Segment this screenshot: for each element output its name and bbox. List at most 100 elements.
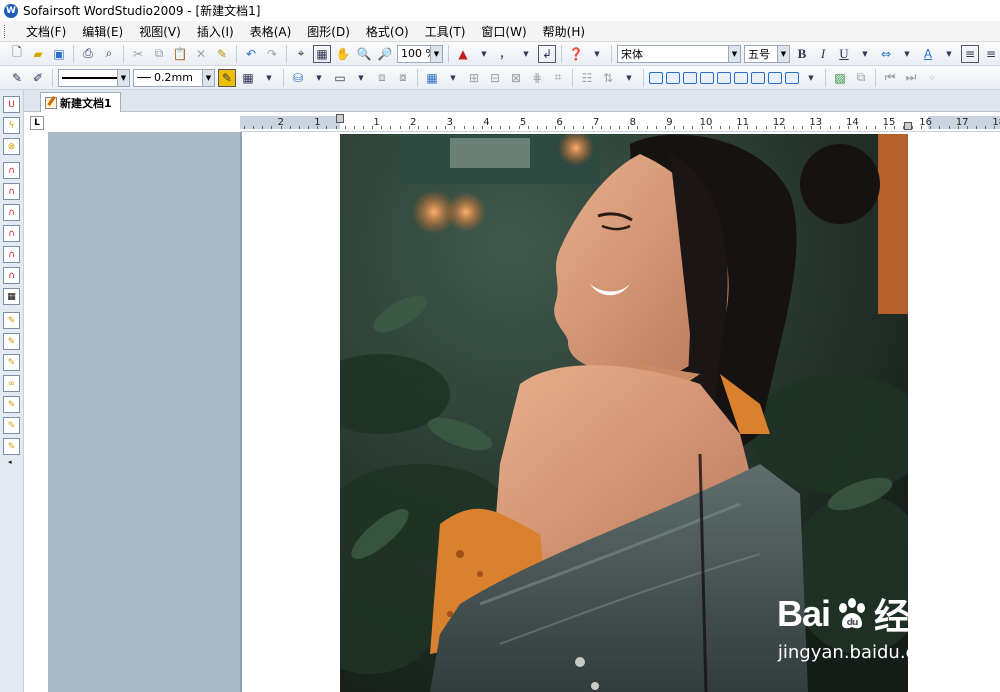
shape-tool-7-icon[interactable]	[751, 71, 765, 84]
underline-button[interactable]: U	[835, 45, 853, 63]
chevron-down-icon[interactable]: ▼	[430, 45, 442, 62]
bring-front-icon[interactable]: ⧈	[373, 69, 391, 87]
hand-tool-icon[interactable]: ✋	[334, 45, 352, 63]
menu-graphics[interactable]: 图形(D)	[299, 23, 358, 40]
snap-tool-5-icon[interactable]: ∩	[3, 246, 20, 263]
dropdown-arrow-icon[interactable]: ▼	[588, 45, 606, 63]
delete-icon[interactable]: ✕	[192, 45, 210, 63]
zoom-combo[interactable]: 100 % ▼	[397, 44, 443, 63]
shadow-icon[interactable]: ▭	[331, 69, 349, 87]
menu-file[interactable]: 文档(F)	[18, 23, 74, 40]
save-icon[interactable]: ▣	[50, 45, 68, 63]
insert-row-icon[interactable]: ⊟	[486, 69, 504, 87]
insert-table-icon[interactable]: ▦	[423, 69, 441, 87]
menu-edit[interactable]: 编辑(E)	[74, 23, 131, 40]
find-icon[interactable]: ⌖	[292, 45, 310, 63]
snap-tool-3-icon[interactable]: ∩	[3, 204, 20, 221]
tab-document-1[interactable]: 新建文档1	[40, 92, 121, 112]
draw-tool-6-icon[interactable]: ✎	[3, 417, 20, 434]
font-name-combo[interactable]: 宋体 ▼	[617, 44, 741, 63]
draw-tool-7-icon[interactable]: ✎	[3, 438, 20, 455]
split-cells-icon[interactable]: ⌗	[549, 69, 567, 87]
snap-tool-2-icon[interactable]: ∩	[3, 183, 20, 200]
line-style-combo[interactable]: ▼	[58, 68, 130, 87]
ruler-tab-selector[interactable]: L	[30, 116, 44, 130]
print-preview-icon[interactable]: ⌕	[100, 45, 118, 63]
zoom-in-icon[interactable]: 🔍	[355, 45, 373, 63]
dropdown-arrow-icon[interactable]: ▼	[260, 69, 278, 87]
horizontal-ruler[interactable]: 21123456789101112131415161718	[240, 114, 1000, 132]
draw-tool-3-icon[interactable]: ✎	[3, 354, 20, 371]
cut-icon[interactable]: ✂	[129, 45, 147, 63]
dropdown-arrow-icon[interactable]: ▼	[856, 45, 874, 63]
menu-view[interactable]: 视图(V)	[131, 23, 189, 40]
menu-tools[interactable]: 工具(T)	[417, 23, 474, 40]
dropdown-arrow-icon[interactable]: ▼	[475, 45, 493, 63]
paste-icon[interactable]: 📋	[171, 45, 189, 63]
menu-insert[interactable]: 插入(I)	[189, 23, 242, 40]
snap-tool-1-icon[interactable]: ∩	[3, 162, 20, 179]
lightning-icon[interactable]: ϟ	[3, 117, 20, 134]
left-indent-marker[interactable]	[336, 114, 344, 123]
dropdown-arrow-icon[interactable]: ▼	[620, 69, 638, 87]
chevron-down-icon[interactable]: ▼	[728, 45, 740, 62]
draw-tool-1-icon[interactable]: ✎	[3, 312, 20, 329]
shape-tool-1-icon[interactable]	[649, 71, 663, 84]
shape-tool-8-icon[interactable]	[768, 71, 782, 84]
shape-tool-4-icon[interactable]	[700, 71, 714, 84]
shape-tool-5-icon[interactable]	[717, 71, 731, 84]
chevron-down-icon[interactable]: ▼	[777, 45, 789, 62]
shape-tool-3-icon[interactable]	[683, 71, 697, 84]
dropdown-arrow-icon[interactable]: ▼	[352, 69, 370, 87]
insert-col-icon[interactable]: ⊠	[507, 69, 525, 87]
bold-button[interactable]: B	[793, 45, 811, 63]
fill-color-icon[interactable]: ⛁	[289, 69, 307, 87]
magnet-icon[interactable]: U	[3, 96, 20, 113]
chevron-down-icon[interactable]: ▼	[117, 69, 129, 86]
send-back-icon[interactable]: ⧇	[394, 69, 412, 87]
scroll-left-icon[interactable]: ◂	[8, 458, 12, 466]
insert-picture-icon[interactable]: ▨	[831, 69, 849, 87]
draw-tool-2-icon[interactable]: ✎	[3, 333, 20, 350]
shape-tool-9-icon[interactable]	[785, 71, 799, 84]
dropdown-arrow-icon[interactable]: ▼	[802, 69, 820, 87]
table-props-icon[interactable]: ⊞	[465, 69, 483, 87]
menu-help[interactable]: 帮助(H)	[535, 23, 593, 40]
shape-tool-6-icon[interactable]	[734, 71, 748, 84]
align-center-icon[interactable]: ≡	[982, 45, 1000, 63]
dropdown-arrow-icon[interactable]: ▼	[517, 45, 535, 63]
dropdown-arrow-icon[interactable]: ▼	[310, 69, 328, 87]
open-folder-icon[interactable]: ▰	[29, 45, 47, 63]
border-icon[interactable]: ▦	[239, 69, 257, 87]
font-size-combo[interactable]: 五号 ▼	[744, 44, 790, 63]
italic-button[interactable]: I	[814, 45, 832, 63]
menu-window[interactable]: 窗口(W)	[473, 23, 534, 40]
char-spacing-icon[interactable]: ⇔	[877, 45, 895, 63]
shape-tool-2-icon[interactable]	[666, 71, 680, 84]
first-page-icon[interactable]: ⏮	[881, 69, 899, 87]
grid-snap-icon[interactable]: ▦	[3, 288, 20, 305]
line-color-icon[interactable]: ✎	[218, 68, 236, 87]
menu-format[interactable]: 格式(O)	[358, 23, 417, 40]
dropdown-arrow-icon[interactable]: ▼	[898, 45, 916, 63]
line-width-combo[interactable]: 0.2mm ▼	[133, 68, 215, 87]
menu-grip-icon[interactable]	[4, 25, 7, 38]
draw-tool-5-icon[interactable]: ✎	[3, 396, 20, 413]
symbol-icon[interactable]: ↲	[538, 44, 556, 63]
draw-tool-4-icon[interactable]: ∞	[3, 375, 20, 392]
new-document-icon[interactable]: 🗋	[8, 45, 26, 63]
menu-table[interactable]: 表格(A)	[242, 23, 300, 40]
align-left-icon[interactable]: ≡	[961, 44, 979, 63]
dropdown-arrow-icon[interactable]: ▼	[940, 45, 958, 63]
edit-properties-icon[interactable]: ✐	[29, 69, 47, 87]
cell-align-icon[interactable]: ☷	[578, 69, 596, 87]
undo-icon[interactable]: ↶	[242, 45, 260, 63]
cancel-circle-icon[interactable]: ⊗	[3, 138, 20, 155]
dropdown-arrow-icon[interactable]: ▼	[444, 69, 462, 87]
sort-icon[interactable]: ⇅	[599, 69, 617, 87]
snap-tool-4-icon[interactable]: ∩	[3, 225, 20, 242]
chevron-down-icon[interactable]: ▼	[202, 69, 214, 86]
insert-image-icon[interactable]: ▲	[454, 45, 472, 63]
print-icon[interactable]: ⎙	[79, 45, 97, 63]
right-indent-marker[interactable]	[904, 122, 912, 130]
